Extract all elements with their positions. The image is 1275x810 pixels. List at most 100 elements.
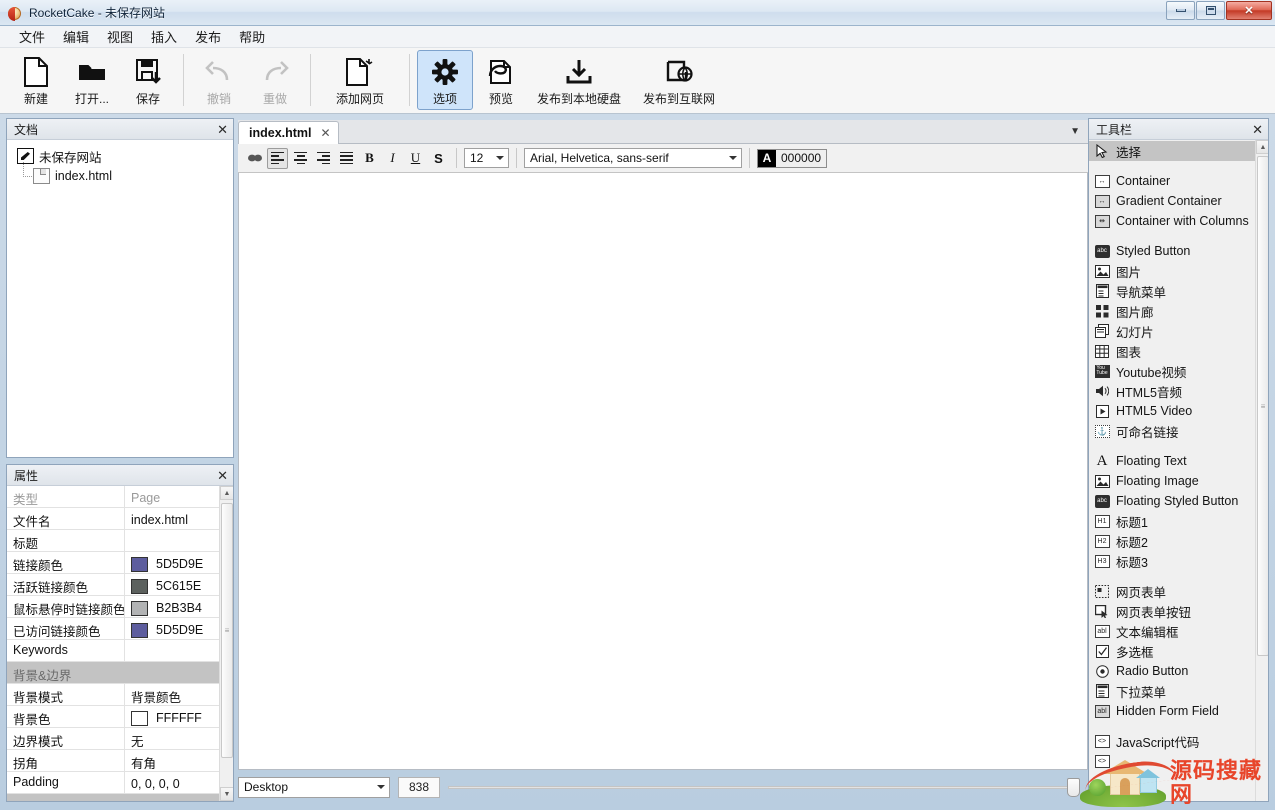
toolbar-publish-web-button[interactable]: 发布到互联网: [629, 50, 729, 110]
property-value[interactable]: [125, 640, 219, 661]
tool-item-text-field[interactable]: abl 文本编辑框: [1089, 621, 1255, 641]
toolbar-new-button[interactable]: 新建: [8, 50, 64, 110]
toolbar-publish-local-button[interactable]: 发布到本地硬盘: [529, 50, 629, 110]
color-swatch[interactable]: [131, 579, 148, 594]
device-select[interactable]: Desktop: [238, 777, 390, 798]
tool-item-dropdown[interactable]: 下拉菜单: [1089, 681, 1255, 701]
close-button[interactable]: ✕: [1226, 1, 1272, 20]
tool-item-slideshow[interactable]: 幻灯片: [1089, 321, 1255, 341]
tool-item-container-columns[interactable]: ⇹ Container with Columns: [1089, 211, 1255, 231]
tool-item-radio-button[interactable]: Radio Button: [1089, 661, 1255, 681]
tool-item-video[interactable]: HTML5 Video: [1089, 401, 1255, 421]
menu-item-file[interactable]: 文件: [10, 24, 54, 49]
italic-button[interactable]: I: [382, 148, 403, 169]
toolbar-options-button[interactable]: 选项: [417, 50, 473, 110]
tool-item-web-form[interactable]: 网页表单: [1089, 581, 1255, 601]
properties-scrollbar[interactable]: ▲ ≡ ▼: [219, 486, 233, 801]
property-value[interactable]: 0, 0, 0, 0: [125, 772, 219, 793]
property-row-link-color[interactable]: 链接颜色 5D5D9E: [7, 552, 219, 574]
align-right-icon[interactable]: [313, 148, 334, 169]
property-row-corner[interactable]: 拐角 有角: [7, 750, 219, 772]
tool-item-styled-button[interactable]: abc Styled Button: [1089, 241, 1255, 261]
tab-close-icon[interactable]: ✕: [321, 126, 331, 140]
tool-item-partial[interactable]: <>: [1089, 751, 1255, 771]
tool-item-checkbox[interactable]: 多选框: [1089, 641, 1255, 661]
property-row-title[interactable]: 标题: [7, 530, 219, 552]
property-row-visited-link-color[interactable]: 已访问链接颜色 5D5D9E: [7, 618, 219, 640]
zoom-slider[interactable]: [448, 777, 1080, 798]
font-family-select[interactable]: Arial, Helvetica, sans-serif: [524, 148, 742, 168]
scroll-down-icon[interactable]: ▼: [220, 787, 233, 801]
documents-panel-close-icon[interactable]: ✕: [217, 123, 228, 136]
menu-item-help[interactable]: 帮助: [230, 24, 274, 49]
toolbar-add-page-button[interactable]: 添加网页: [318, 50, 402, 110]
tool-item-select[interactable]: 选择: [1089, 141, 1255, 161]
tab-index-html[interactable]: index.html ✕: [238, 121, 339, 144]
font-size-select[interactable]: 12: [464, 148, 509, 168]
tool-item-youtube[interactable]: YouTube Youtube视频: [1089, 361, 1255, 381]
color-swatch[interactable]: [131, 601, 148, 616]
property-value-cell[interactable]: 5D5D9E: [125, 552, 219, 573]
tool-item-image[interactable]: 图片: [1089, 261, 1255, 281]
tool-item-javascript[interactable]: <> JavaScript代码: [1089, 731, 1255, 751]
tool-item-gradient-container[interactable]: ↔ Gradient Container: [1089, 191, 1255, 211]
text-color-picker[interactable]: A 000000: [757, 149, 827, 168]
underline-button[interactable]: U: [405, 148, 426, 169]
maximize-button[interactable]: [1196, 1, 1225, 20]
toolbar-redo-button[interactable]: 重做: [247, 50, 303, 110]
property-value-cell[interactable]: 5D5D9E: [125, 618, 219, 639]
toolbox-panel-close-icon[interactable]: ✕: [1252, 123, 1263, 136]
property-row-keywords[interactable]: Keywords: [7, 640, 219, 662]
tool-item-table[interactable]: 图表: [1089, 341, 1255, 361]
minimize-button[interactable]: [1166, 1, 1195, 20]
menu-item-insert[interactable]: 插入: [142, 24, 186, 49]
scroll-up-icon[interactable]: ▲: [1256, 140, 1268, 154]
property-row-filename[interactable]: 文件名 index.html: [7, 508, 219, 530]
tool-item-floating-styled-button[interactable]: abc Floating Styled Button: [1089, 491, 1255, 511]
tool-item-heading1[interactable]: H1 标题1: [1089, 511, 1255, 531]
property-row-hover-link-color[interactable]: 鼠标悬停时链接颜色 B2B3B4: [7, 596, 219, 618]
property-row-active-link-color[interactable]: 活跃链接颜色 5C615E: [7, 574, 219, 596]
property-value[interactable]: 有角: [125, 750, 219, 771]
tool-item-heading3[interactable]: H3 标题3: [1089, 551, 1255, 571]
scrollbar-thumb[interactable]: ≡: [1257, 156, 1268, 656]
canvas-width-field[interactable]: 838: [398, 777, 440, 798]
align-left-icon[interactable]: [267, 148, 288, 169]
tool-item-hidden-field[interactable]: abl Hidden Form Field: [1089, 701, 1255, 721]
tool-item-nav-menu[interactable]: 导航菜单: [1089, 281, 1255, 301]
tool-item-gallery[interactable]: 图片廊: [1089, 301, 1255, 321]
property-value[interactable]: 无: [125, 728, 219, 749]
property-value[interactable]: [125, 530, 219, 551]
tree-item-website[interactable]: 未保存网站: [11, 146, 229, 166]
page-canvas[interactable]: [238, 173, 1088, 770]
property-value[interactable]: 背景颜色: [125, 684, 219, 705]
scroll-up-icon[interactable]: ▲: [220, 486, 233, 500]
tool-item-container[interactable]: ↔ Container: [1089, 171, 1255, 191]
property-value-cell[interactable]: FFFFFF: [125, 706, 219, 727]
property-row-background-mode[interactable]: 背景模式 背景颜色: [7, 684, 219, 706]
slider-thumb[interactable]: [1067, 778, 1080, 797]
toolbar-open-button[interactable]: 打开...: [64, 50, 120, 110]
tool-item-floating-image[interactable]: Floating Image: [1089, 471, 1255, 491]
align-justify-icon[interactable]: [336, 148, 357, 169]
menu-item-publish[interactable]: 发布: [186, 24, 230, 49]
tool-item-heading2[interactable]: H2 标题2: [1089, 531, 1255, 551]
toolbox-scrollbar[interactable]: ▲ ≡: [1255, 140, 1268, 801]
strikethrough-button[interactable]: S: [428, 148, 449, 169]
tool-item-form-button[interactable]: 网页表单按钮: [1089, 601, 1255, 621]
toolbar-preview-button[interactable]: 预览: [473, 50, 529, 110]
property-value[interactable]: index.html: [125, 508, 219, 529]
tree-item-index-html[interactable]: index.html: [11, 166, 229, 186]
tool-item-floating-text[interactable]: A Floating Text: [1089, 451, 1255, 471]
tool-item-anchor-link[interactable]: ⚓ 可命名链接: [1089, 421, 1255, 441]
property-value-cell[interactable]: B2B3B4: [125, 596, 219, 617]
property-value-cell[interactable]: 5C615E: [125, 574, 219, 595]
chevron-down-icon[interactable]: ▼: [1070, 126, 1080, 137]
property-row-background-color[interactable]: 背景色 FFFFFF: [7, 706, 219, 728]
link-chain-icon[interactable]: [244, 148, 265, 169]
color-swatch[interactable]: [131, 557, 148, 572]
menu-item-edit[interactable]: 编辑: [54, 24, 98, 49]
toolbar-save-button[interactable]: 保存: [120, 50, 176, 110]
bold-button[interactable]: B: [359, 148, 380, 169]
toolbar-undo-button[interactable]: 撤销: [191, 50, 247, 110]
